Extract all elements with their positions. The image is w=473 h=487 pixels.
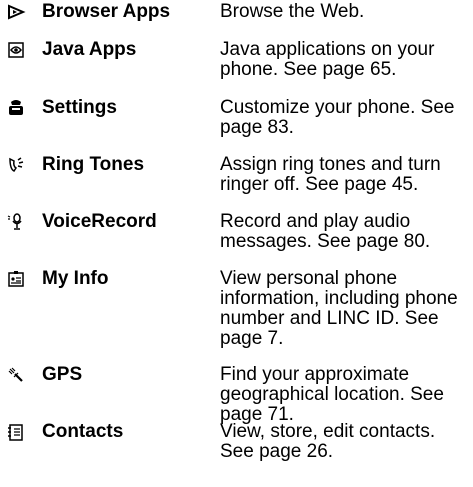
menu-item-description: Customize your phone. See page 83. xyxy=(220,97,455,138)
menu-row-contacts: Contacts View, store, edit contacts. See… xyxy=(0,420,470,462)
menu-item-name: Java Apps xyxy=(42,39,137,60)
menu-row-browser-apps: Browser Apps Browse the Web. xyxy=(0,0,470,24)
menu-item-description: View personal phone information, includi… xyxy=(220,268,458,349)
menu-item-description: Record and play audio messages. See page… xyxy=(220,211,431,252)
settings-icon xyxy=(4,96,28,120)
menu-item-name: Contacts xyxy=(42,421,124,442)
menu-row-java-apps: Java Apps Java applications on your phon… xyxy=(0,38,470,80)
menu-row-gps: GPS Find your approximate geographical l… xyxy=(0,363,470,425)
menu-item-description: View, store, edit contacts. See page 26. xyxy=(220,421,436,462)
browser-icon xyxy=(4,0,28,24)
menu-item-description: Java applications on your phone. See pag… xyxy=(220,39,435,80)
menu-item-description: Find your approximate geographical locat… xyxy=(220,364,444,425)
menu-row-ring-tones: Ring Tones Assign ring tones and turn ri… xyxy=(0,153,470,195)
menu-item-name: My Info xyxy=(42,268,109,289)
menu-row-my-info: My Info View personal phone information,… xyxy=(0,267,470,349)
contacts-icon xyxy=(4,420,28,444)
voice-record-icon xyxy=(4,210,28,234)
java-icon xyxy=(4,38,28,62)
menu-item-name: Browser Apps xyxy=(42,1,171,22)
menu-item-name: Settings xyxy=(42,97,117,118)
menu-item-description: Browse the Web. xyxy=(220,1,365,22)
menu-row-settings: Settings Customize your phone. See page … xyxy=(0,96,470,138)
menu-item-name: VoiceRecord xyxy=(42,211,157,232)
menu-item-name: Ring Tones xyxy=(42,154,145,175)
menu-item-description: Assign ring tones and turn ringer off. S… xyxy=(220,154,441,195)
menu-item-name: GPS xyxy=(42,364,83,385)
menu-row-voice-record: VoiceRecord Record and play audio messag… xyxy=(0,210,470,252)
ring-tones-icon xyxy=(4,153,28,177)
my-info-icon xyxy=(4,267,28,291)
gps-icon xyxy=(4,363,28,387)
